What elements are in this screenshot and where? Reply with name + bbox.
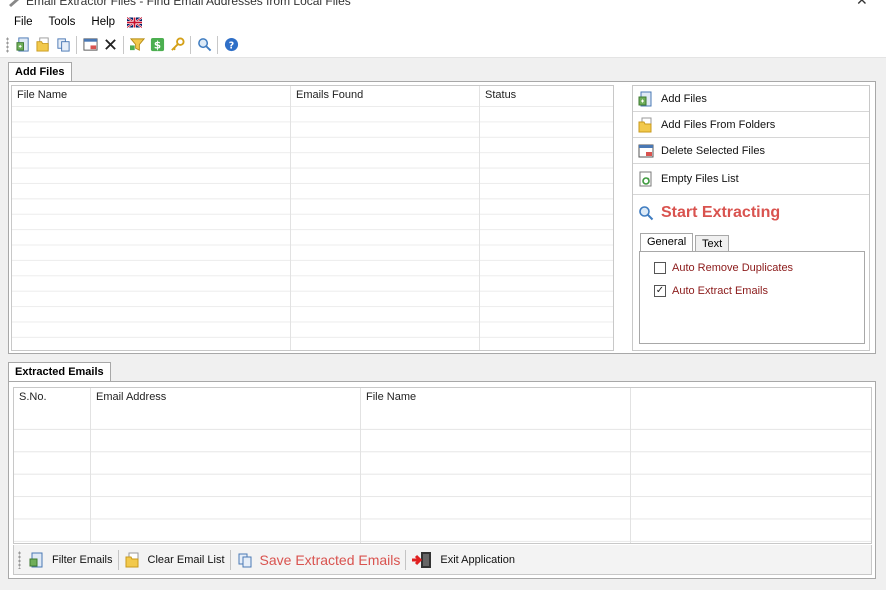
tab-add-files[interactable]: Add Files bbox=[8, 62, 72, 81]
add-files-label: Add Files bbox=[661, 93, 707, 105]
refresh-file-icon bbox=[637, 170, 655, 188]
files-grid[interactable]: File Name Emails Found Status bbox=[11, 85, 614, 351]
header-file-name[interactable]: File Name bbox=[17, 89, 67, 101]
save-icon bbox=[236, 551, 254, 569]
folder-icon bbox=[637, 116, 655, 134]
tab-extracted-emails[interactable]: Extracted Emails bbox=[8, 362, 111, 381]
options-panel: Auto Remove Duplicates ✓ Auto Extract Em… bbox=[639, 251, 865, 344]
copy-icon[interactable] bbox=[53, 35, 73, 55]
empty-files-list-button[interactable]: Empty Files List bbox=[633, 164, 869, 195]
remove-duplicates-checkbox[interactable] bbox=[654, 262, 666, 274]
add-files-icon bbox=[637, 90, 655, 108]
delete-file-icon bbox=[637, 142, 655, 160]
header-email-address[interactable]: Email Address bbox=[96, 391, 166, 403]
extract-emails-checkbox[interactable]: ✓ bbox=[654, 285, 666, 297]
menu-file[interactable]: File bbox=[6, 12, 41, 32]
remove-duplicates-option[interactable]: Auto Remove Duplicates bbox=[654, 262, 793, 274]
clear-email-list-button[interactable]: Clear Email List bbox=[119, 551, 230, 569]
uk-flag-icon[interactable] bbox=[127, 16, 143, 28]
delete-selected-files-button[interactable]: Delete Selected Files bbox=[633, 138, 869, 164]
start-extracting-label: Start Extracting bbox=[661, 203, 781, 221]
key-icon[interactable] bbox=[167, 35, 187, 55]
app-icon bbox=[9, 0, 19, 7]
bottom-toolbar: Filter Emails Clear Email List Save Extr… bbox=[13, 545, 872, 575]
column-file-name bbox=[361, 388, 631, 543]
delete-selected-files-label: Delete Selected Files bbox=[661, 144, 765, 157]
svg-text:?: ? bbox=[228, 40, 233, 51]
remove-duplicates-label: Auto Remove Duplicates bbox=[672, 262, 794, 274]
add-folder-icon[interactable] bbox=[33, 35, 53, 55]
title-bar: Email Extractor Files - Find Email Addre… bbox=[0, 0, 886, 12]
column-file-name bbox=[12, 86, 291, 350]
tab-general[interactable]: General bbox=[640, 233, 694, 251]
add-files-from-folders-label: Add Files From Folders bbox=[661, 118, 776, 131]
empty-files-list-label: Empty Files List bbox=[661, 173, 739, 185]
column-email-address bbox=[91, 388, 361, 543]
help-icon[interactable]: ? bbox=[221, 35, 241, 55]
start-extracting-button[interactable]: Start Extracting bbox=[633, 196, 869, 229]
toolbar-separator bbox=[190, 35, 191, 54]
add-files-icon[interactable] bbox=[13, 35, 33, 55]
toolbar-separator bbox=[76, 35, 77, 54]
delete-selected-icon[interactable] bbox=[80, 35, 100, 55]
add-files-button[interactable]: Add Files bbox=[633, 87, 869, 112]
filter-emails-label: Filter Emails bbox=[52, 553, 113, 566]
toolbar-separator bbox=[217, 35, 218, 54]
column-status bbox=[480, 86, 613, 350]
extract-emails-label: Auto Extract Emails bbox=[672, 285, 768, 297]
header-status[interactable]: Status bbox=[485, 89, 516, 101]
window-title: Email Extractor Files - Find Email Addre… bbox=[26, 0, 351, 8]
search-icon[interactable] bbox=[194, 35, 214, 55]
search-icon bbox=[637, 204, 655, 222]
menu-bar: File Tools Help bbox=[0, 12, 886, 32]
filter-emails-icon bbox=[28, 551, 46, 569]
add-files-from-folders-button[interactable]: Add Files From Folders bbox=[633, 112, 869, 138]
filter-emails-button[interactable]: Filter Emails bbox=[23, 551, 118, 569]
save-extracted-emails-button[interactable]: Save Extracted Emails bbox=[231, 551, 406, 569]
toolbar-grip[interactable] bbox=[18, 550, 21, 569]
svg-text:$: $ bbox=[153, 40, 160, 52]
toolbar-separator bbox=[123, 35, 124, 54]
toolbar: $ ? bbox=[0, 32, 886, 58]
exit-application-button[interactable]: Exit Application bbox=[406, 551, 520, 569]
dollar-icon[interactable]: $ bbox=[147, 35, 167, 55]
save-extracted-emails-label: Save Extracted Emails bbox=[259, 551, 401, 568]
menu-tools[interactable]: Tools bbox=[41, 12, 84, 32]
exit-icon bbox=[410, 551, 434, 569]
extract-emails-option[interactable]: ✓ Auto Extract Emails bbox=[654, 285, 768, 297]
clear-list-icon bbox=[124, 551, 142, 569]
close-button[interactable]: ✕ bbox=[856, 0, 868, 9]
emails-grid[interactable]: S.No. Email Address File Name bbox=[13, 387, 872, 544]
filter-icon[interactable] bbox=[127, 35, 147, 55]
toolbar-grip[interactable] bbox=[6, 36, 9, 53]
exit-application-label: Exit Application bbox=[440, 553, 515, 566]
header-sno[interactable]: S.No. bbox=[19, 391, 47, 403]
tab-text[interactable]: Text bbox=[695, 235, 730, 251]
column-sno bbox=[14, 388, 91, 543]
clear-x-icon[interactable] bbox=[100, 35, 120, 55]
header-file-name[interactable]: File Name bbox=[366, 391, 416, 403]
column-emails-found bbox=[291, 86, 480, 350]
header-emails-found[interactable]: Emails Found bbox=[296, 89, 363, 101]
menu-help[interactable]: Help bbox=[83, 12, 123, 32]
clear-email-list-label: Clear Email List bbox=[147, 553, 225, 566]
